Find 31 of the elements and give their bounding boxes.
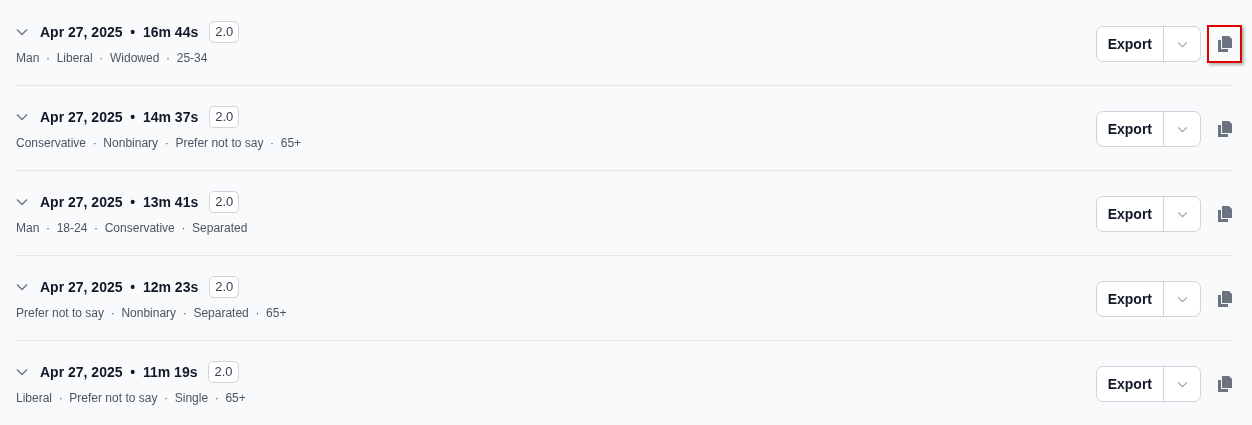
session-meta: Liberal · Prefer not to say · Single · 65+ — [16, 390, 247, 407]
session-meta: Man · Liberal · Widowed · 25-34 — [16, 50, 209, 67]
chevron-icon — [1176, 295, 1188, 303]
chevron-icon — [1176, 125, 1188, 133]
session-title: Apr 27, 2025 • 16m 44s — [40, 22, 199, 42]
version-badge: 2.0 — [209, 191, 240, 213]
session-meta: Conservative · Nonbinary · Prefer not to say · 65+ — [16, 135, 303, 152]
copy-icon — [1217, 36, 1232, 52]
chevron-icon — [1176, 210, 1188, 218]
copy-icon — [1217, 206, 1232, 222]
chevron-icon — [16, 198, 28, 206]
session-title: Apr 27, 2025 • 12m 23s — [40, 277, 199, 297]
copy-icon — [1217, 291, 1232, 307]
chevron-icon — [1176, 40, 1188, 48]
chevron-icon — [1176, 380, 1188, 388]
copy-button[interactable] — [1207, 25, 1242, 63]
chevron-icon — [16, 28, 28, 36]
chevron-icon — [16, 283, 28, 291]
version-badge: 2.0 — [209, 276, 240, 298]
chevron-icon — [16, 113, 28, 121]
session-title: Apr 27, 2025 • 14m 37s — [40, 107, 199, 127]
session-meta: Prefer not to say · Nonbinary · Separated · 65+ — [16, 305, 288, 322]
copy-icon — [1217, 121, 1232, 137]
chevron-icon — [16, 368, 28, 376]
version-badge: 2.0 — [209, 106, 240, 128]
session-title: Apr 27, 2025 • 11m 19s — [40, 362, 198, 382]
copy-icon — [1217, 376, 1232, 392]
session-meta: Man · 18-24 · Conservative · Separated — [16, 220, 249, 237]
version-badge: 2.0 — [208, 361, 239, 383]
version-badge: 2.0 — [209, 21, 240, 43]
session-title: Apr 27, 2025 • 13m 41s — [40, 192, 199, 212]
